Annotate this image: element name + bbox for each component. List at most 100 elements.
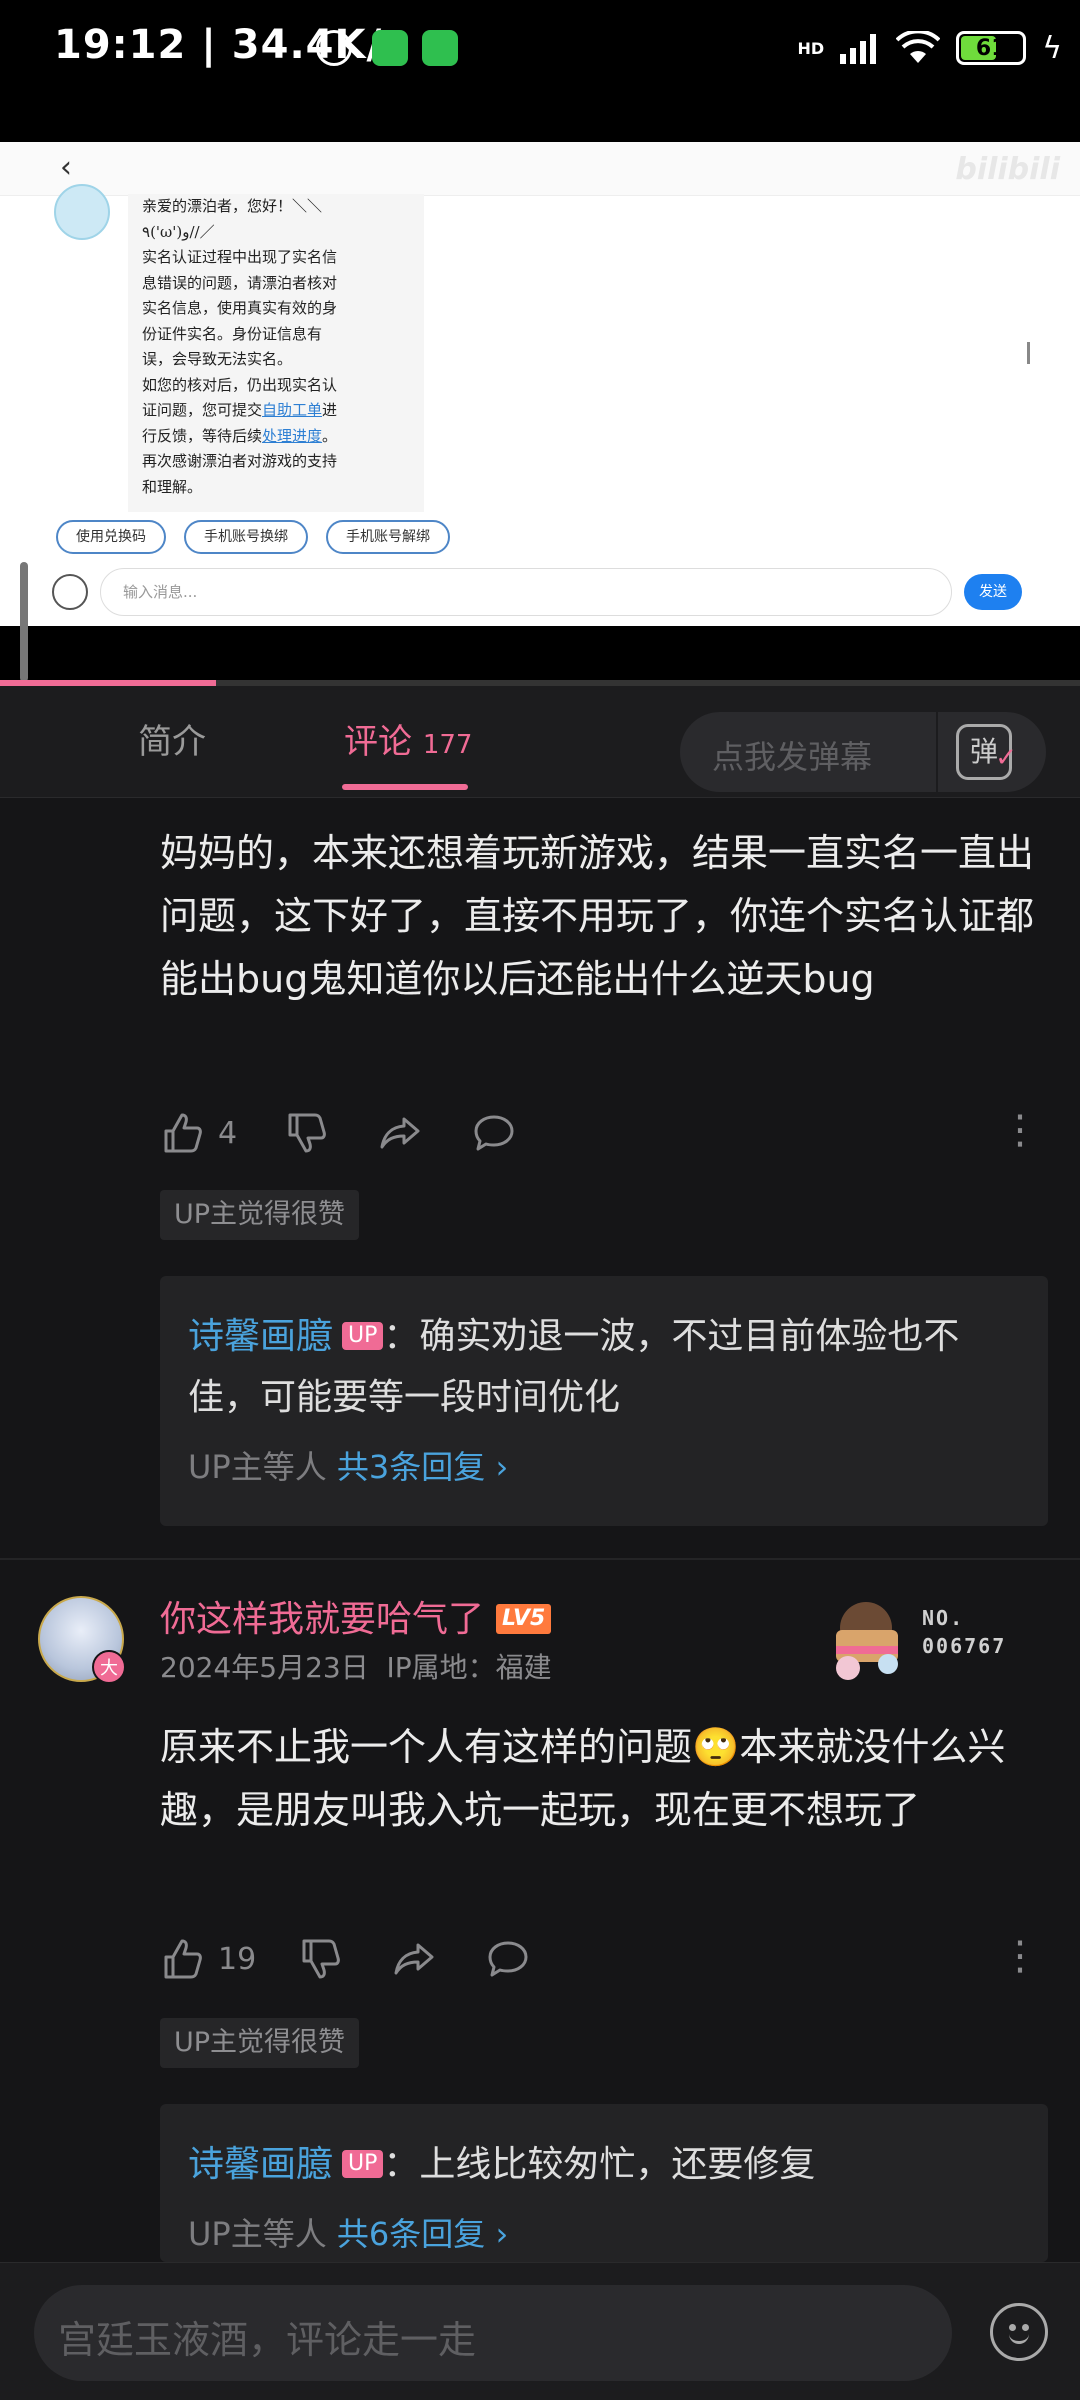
view-replies-link[interactable]: UP主等人 共3条回复 › xyxy=(188,1442,1020,1488)
frame-quick-button: 使用兑换码 xyxy=(56,520,166,554)
tab-intro[interactable]: 简介 xyxy=(138,714,206,763)
reply-line: 诗馨画臆 UP ：确实劝退一波，不过目前体验也不佳，可能要等一段时间优化 xyxy=(188,1306,1020,1428)
thumbs-down-icon xyxy=(288,1113,326,1153)
tab-comments-count: 177 xyxy=(422,730,473,760)
frame-line: ٩('ω')و//／ xyxy=(142,222,215,241)
comment-username[interactable]: 你这样我就要哈气了 LV5 xyxy=(160,1590,552,1642)
reply-username[interactable]: 诗馨画臆 xyxy=(188,1316,332,1357)
fan-medal-icon[interactable] xyxy=(818,1594,914,1684)
wifi-icon xyxy=(896,31,941,63)
danmaku-toggle-label: 弹 xyxy=(969,735,998,768)
more-options-icon[interactable]: ⋮ xyxy=(1000,1936,1040,1976)
frame-line: 实名认证过程中出现了实名信 xyxy=(142,248,338,266)
like-count: 4 xyxy=(218,1115,238,1151)
dislike-button[interactable] xyxy=(284,1108,328,1158)
reply-more-prefix: UP主等人 xyxy=(188,2215,327,2253)
comment-text: 原来不止我一个人有这样的问题🙄本来就没什么兴趣，是朋友叫我入坑一起玩，现在更不想… xyxy=(160,1716,1040,1842)
username-text: 你这样我就要哈气了 xyxy=(160,1599,485,1640)
up-liked-badge: UP主觉得很赞 xyxy=(160,2018,360,2068)
danmaku-input[interactable]: 点我发弹幕 弹 ✓ xyxy=(680,712,1046,792)
bilibili-logo: bilibili xyxy=(955,152,1060,187)
wechat-icon xyxy=(372,30,408,66)
comment-input-bar: 宫廷玉液酒，评论走一走 xyxy=(0,2262,1080,2400)
like-count: 19 xyxy=(218,1941,257,1977)
frame-line: 行反馈，等待后续处理进度。 xyxy=(142,424,410,450)
frame-line: 再次感谢漂泊者对游戏的支持 xyxy=(142,452,338,470)
signal-icon xyxy=(840,34,877,64)
reply-button[interactable] xyxy=(472,1108,516,1158)
battery-icon: 61 xyxy=(956,31,1027,65)
more-options-icon[interactable]: ⋮ xyxy=(1000,1110,1040,1150)
frame-link: 处理进度 xyxy=(262,426,323,445)
comment-date: 2024年5月23日 xyxy=(160,1651,369,1684)
up-liked-badge: UP主觉得很赞 xyxy=(160,1190,360,1240)
share-button[interactable] xyxy=(392,1934,436,1984)
level-badge: LV5 xyxy=(496,1604,552,1634)
comment-text: 妈妈的，本来还想着玩新游戏，结果一直实名一直出问题，这下好了，直接不用玩了，你连… xyxy=(160,831,1035,1001)
avatar-badge: 大 xyxy=(92,1650,126,1684)
up-tag: UP xyxy=(342,2150,384,2178)
view-replies-link[interactable]: UP主等人 共6条回复 › xyxy=(188,2209,1020,2255)
comment-divider xyxy=(0,1558,1080,1560)
comment-text-part: 原来不止我一个人有这样的问题 xyxy=(160,1725,693,1769)
share-button[interactable] xyxy=(378,1108,422,1158)
frame-line: 息错误的问题，请漂泊者核对 xyxy=(142,273,338,292)
frame-line: 亲爱的漂泊者，您好！＼＼ xyxy=(142,197,323,215)
share-icon xyxy=(380,1117,420,1149)
reply-username[interactable]: 诗馨画臆 xyxy=(188,2144,332,2185)
status-right: HD 61 ϟ xyxy=(798,26,1062,70)
danmaku-text: 哥们，别说实名认证了, xyxy=(668,194,1080,240)
shield-app-icon xyxy=(422,30,458,66)
fan-no-value: 006767 xyxy=(922,1634,1007,1658)
frame-mic-icon xyxy=(52,574,88,610)
check-icon: ✓ xyxy=(995,743,1017,773)
reply-more-count: 共3条回复 xyxy=(336,1448,486,1486)
comment-input-placeholder: 宫廷玉液酒，评论走一走 xyxy=(58,2318,477,2362)
frame-line: 如您的核对后，仍出现实名认 xyxy=(142,375,338,394)
frame-quick-buttons: 使用兑换码 手机账号换绑 手机账号解绑 xyxy=(56,520,450,554)
frame-link: 自助工单 xyxy=(262,401,323,419)
frame-quick-button: 手机账号解绑 xyxy=(326,520,450,554)
tab-comments-label: 评论 xyxy=(344,722,412,762)
frame-text: 行反馈，等待后续 xyxy=(142,426,263,445)
frame-line: 证问题，您可提交自助工单进 xyxy=(142,398,410,424)
like-button[interactable]: 19 xyxy=(160,1934,256,1984)
fan-medal-number: NO. 006767 xyxy=(922,1604,1006,1660)
chevron-right-icon: › xyxy=(495,2215,509,2253)
video-player[interactable]: ‹ bilibili 亲爱的漂泊者，您好！＼＼ ٩('ω')و//／ 实名认证过… xyxy=(0,100,1080,690)
reply-more-prefix: UP主等人 xyxy=(188,1448,327,1486)
reply-button[interactable] xyxy=(486,1934,530,1984)
like-button[interactable]: 4 xyxy=(160,1108,237,1158)
emoji-mouth xyxy=(1009,2334,1029,2344)
chevron-right-icon: › xyxy=(495,1448,509,1486)
thumbs-down-icon xyxy=(302,1939,340,1979)
frame-send-button: 发送 xyxy=(964,574,1022,610)
scroll-indicator[interactable] xyxy=(20,562,28,682)
hd-label: HD xyxy=(797,38,825,58)
frame-message: 亲爱的漂泊者，您好！＼＼ ٩('ω')و//／ 实名认证过程中出现了实名信 息错… xyxy=(128,194,424,512)
danmaku-placeholder: 点我发弹幕 xyxy=(712,738,873,776)
status-bar: 19:12 | 34.4K/s HD 61 ϟ xyxy=(0,0,1080,100)
tab-comments[interactable]: 评论 177 xyxy=(344,714,472,763)
comment-input[interactable]: 宫廷玉液酒，评论走一走 xyxy=(34,2285,952,2381)
emoji-picker-icon[interactable] xyxy=(990,2303,1048,2361)
reply-text: ：上线比较匆忙，还要修复 xyxy=(383,2144,816,2185)
comment-icon xyxy=(488,1941,528,1977)
danmaku-toggle-icon[interactable]: 弹 ✓ xyxy=(956,724,1017,780)
share-icon xyxy=(394,1943,434,1975)
danmaku-divider xyxy=(936,712,938,792)
up-tag: UP xyxy=(342,1322,384,1350)
comment-actions: 19 ⋮ xyxy=(160,1934,1040,1984)
frame-text: 证问题，您可提交 xyxy=(142,401,263,419)
frame-line: 实名信息，使用真实有效的身 xyxy=(142,299,338,317)
reply-preview[interactable]: 诗馨画臆 UP ：上线比较匆忙，还要修复 UP主等人 共6条回复 › xyxy=(160,2104,1048,2262)
comment-icon xyxy=(474,1115,514,1151)
emoji-icon: 🙄 xyxy=(692,1725,740,1769)
frame-back-icon: ‹ xyxy=(60,150,72,185)
dislike-button[interactable] xyxy=(298,1934,342,1984)
tab-active-indicator xyxy=(342,784,468,790)
battery-level: 61 xyxy=(975,35,1007,61)
reply-preview[interactable]: 诗馨画臆 UP ：确实劝退一波，不过目前体验也不佳，可能要等一段时间优化 UP主等人… xyxy=(160,1276,1048,1526)
comment-ip: IP属地：福建 xyxy=(386,1651,552,1684)
thumbs-up-icon xyxy=(164,1939,202,1979)
